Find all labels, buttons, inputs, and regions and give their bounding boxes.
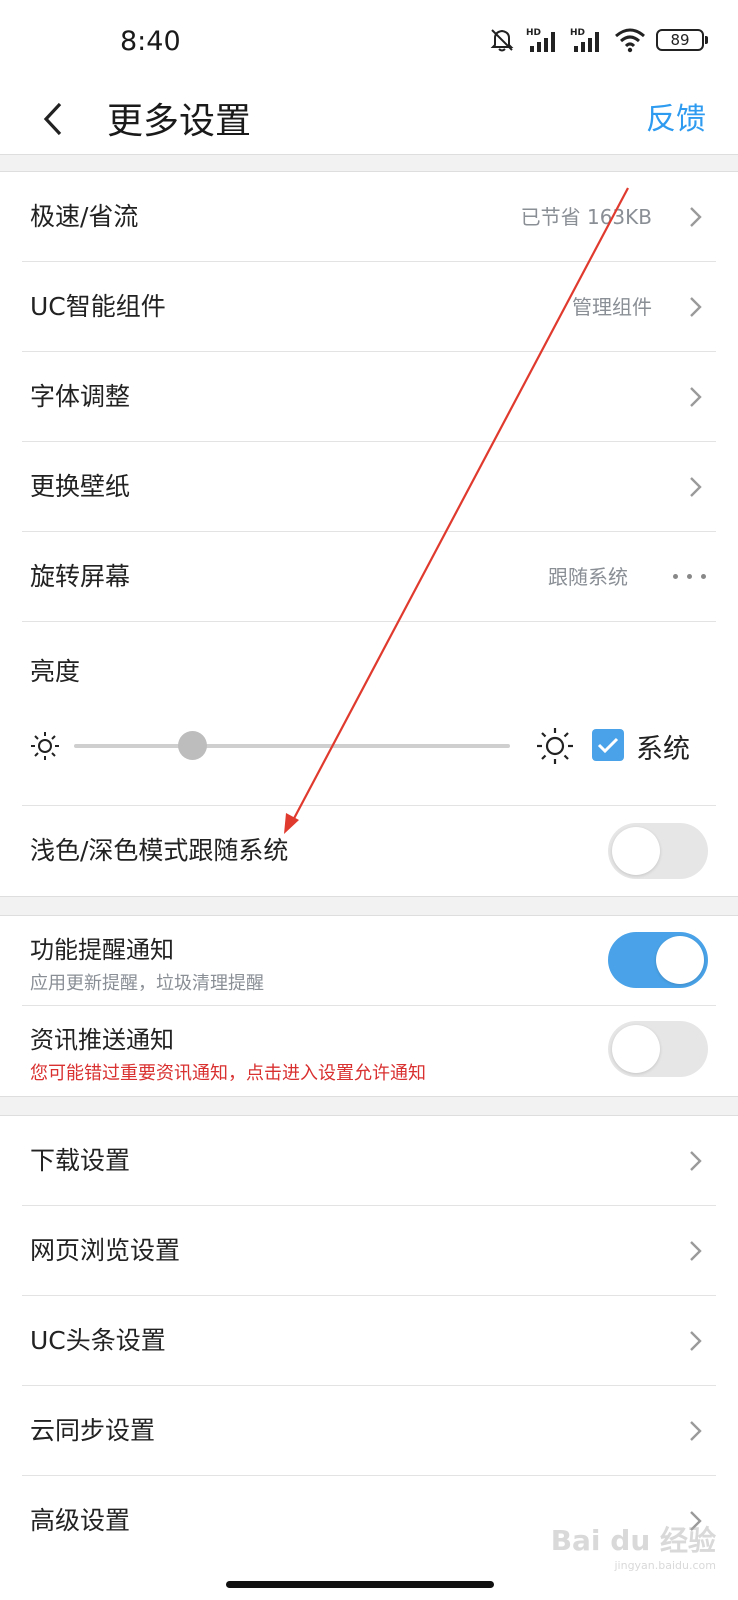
row-wallpaper[interactable]: 更换壁纸 <box>0 442 738 532</box>
chevron-right-icon <box>690 1331 702 1351</box>
row-rotate-value: 跟随系统 <box>548 565 628 589</box>
row-feature-notice: 功能提醒通知 应用更新提醒，垃圾清理提醒 <box>0 916 738 1006</box>
home-indicator[interactable] <box>226 1581 494 1588</box>
system-brightness-label: 系统 <box>636 734 690 765</box>
dark-mode-toggle[interactable] <box>608 823 708 879</box>
row-speed-value: 已节省 163KB <box>520 205 652 229</box>
row-rotate[interactable]: 旋转屏幕 跟随系统 <box>0 532 738 622</box>
signal-hd-icon-1: HD <box>526 28 555 52</box>
row-headline-settings[interactable]: UC头条设置 <box>0 1296 738 1386</box>
page-header: 更多设置 反馈 <box>0 84 738 154</box>
news-notice-toggle[interactable] <box>608 1021 708 1077</box>
more-dots-icon[interactable] <box>673 574 706 579</box>
row-widget[interactable]: UC智能组件 管理组件 <box>0 262 738 352</box>
row-brightness: 亮度 <box>0 622 738 806</box>
chevron-right-icon <box>690 207 702 227</box>
chevron-right-icon <box>690 297 702 317</box>
row-font[interactable]: 字体调整 <box>0 352 738 442</box>
row-browse-label: 网页浏览设置 <box>30 1236 181 1265</box>
row-download-label: 下载设置 <box>30 1146 131 1175</box>
page-title: 更多设置 <box>107 101 252 142</box>
svg-text:HD: HD <box>570 28 585 38</box>
row-rotate-label: 旋转屏幕 <box>30 562 131 591</box>
row-dark-mode-label: 浅色/深色模式跟随系统 <box>30 836 289 865</box>
section-gap <box>0 1096 738 1116</box>
news-notice-label: 资讯推送通知 <box>30 1026 174 1054</box>
news-notice-warning[interactable]: 您可能错过重要资讯通知，点击进入设置允许通知 <box>30 1059 426 1085</box>
section-gap <box>0 896 738 916</box>
row-browse-settings[interactable]: 网页浏览设置 <box>0 1206 738 1296</box>
brightness-high-icon <box>537 728 573 764</box>
row-font-label: 字体调整 <box>30 382 131 411</box>
section-gap <box>0 154 738 172</box>
wifi-icon <box>615 28 645 53</box>
row-headline-label: UC头条设置 <box>30 1326 166 1355</box>
row-speed[interactable]: 极速/省流 已节省 163KB <box>0 172 738 262</box>
battery-icon: 89 <box>656 29 708 51</box>
back-chevron-icon[interactable] <box>38 94 78 144</box>
watermark-logo: Bai du 经验 jingyan.baidu.com <box>550 1524 716 1572</box>
row-download-settings[interactable]: 下载设置 <box>0 1116 738 1206</box>
system-brightness-checkbox[interactable] <box>592 729 624 761</box>
mute-bell-icon <box>490 29 514 52</box>
svg-text:HD: HD <box>526 28 541 38</box>
signal-hd-icon-2: HD <box>570 28 599 52</box>
chevron-right-icon <box>690 1421 702 1441</box>
chevron-right-icon <box>690 1151 702 1171</box>
row-cloud-sync-label: 云同步设置 <box>30 1416 156 1445</box>
row-cloud-sync-settings[interactable]: 云同步设置 <box>0 1386 738 1476</box>
brightness-low-icon <box>31 732 59 760</box>
chevron-right-icon <box>690 477 702 497</box>
feedback-button[interactable]: 反馈 <box>646 94 706 138</box>
status-time: 8:40 <box>120 26 181 57</box>
row-advanced-label: 高级设置 <box>30 1506 131 1535</box>
chevron-right-icon <box>690 387 702 407</box>
row-wallpaper-label: 更换壁纸 <box>30 472 131 501</box>
row-widget-label: UC智能组件 <box>30 292 166 321</box>
row-widget-value: 管理组件 <box>572 295 652 319</box>
chevron-right-icon <box>690 1241 702 1261</box>
status-icons: HD HD 89 <box>488 26 708 54</box>
row-dark-mode: 浅色/深色模式跟随系统 <box>0 806 738 896</box>
brightness-slider-track[interactable] <box>74 744 510 748</box>
row-brightness-label: 亮度 <box>30 657 81 686</box>
feature-notice-label: 功能提醒通知 <box>30 936 174 964</box>
row-speed-label: 极速/省流 <box>30 202 139 231</box>
feature-notice-toggle[interactable] <box>608 932 708 988</box>
feature-notice-sub: 应用更新提醒，垃圾清理提醒 <box>30 973 264 994</box>
status-bar: 8:40 HD HD 89 <box>0 0 738 84</box>
brightness-slider-thumb[interactable] <box>178 731 207 760</box>
checkmark-icon <box>597 737 619 754</box>
row-news-notice[interactable]: 资讯推送通知 您可能错过重要资讯通知，点击进入设置允许通知 <box>0 1006 738 1096</box>
